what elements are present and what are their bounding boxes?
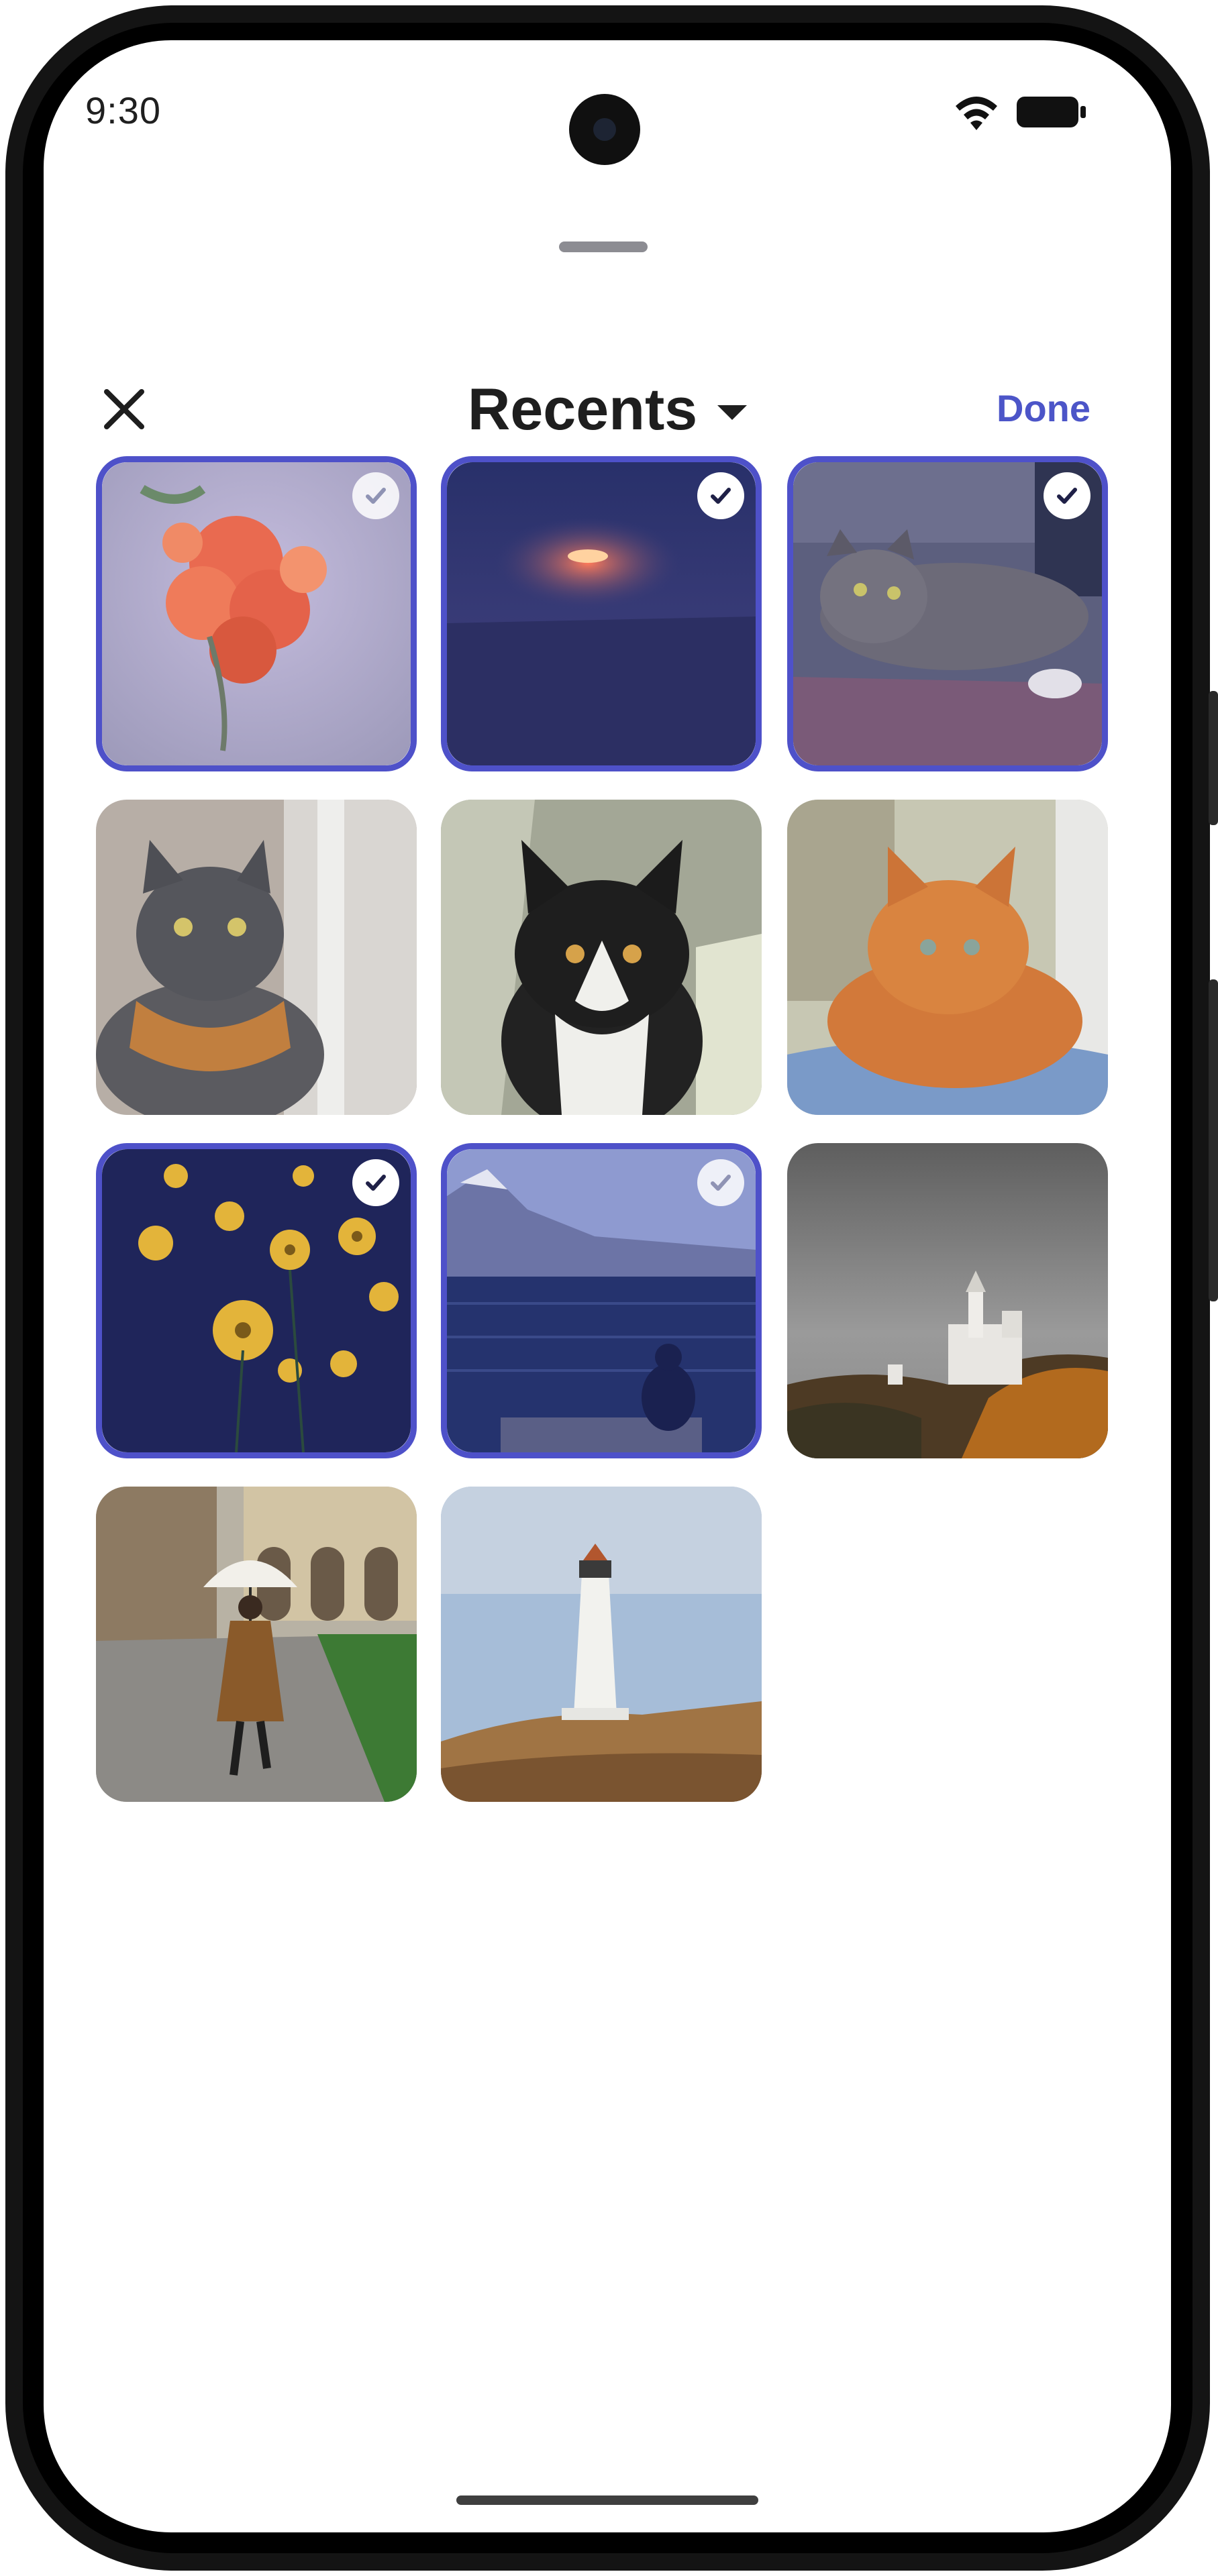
- volume-button: [1209, 691, 1218, 825]
- wifi-icon: [956, 97, 997, 130]
- checkmark-icon: [697, 1159, 744, 1206]
- album-selector[interactable]: Recents: [467, 375, 748, 443]
- picker-header: Recents Done: [44, 356, 1171, 463]
- photo-tuxedo-cat: [441, 800, 762, 1115]
- album-title: Recents: [467, 376, 698, 442]
- battery-icon: [1017, 97, 1086, 127]
- checkmark-icon: [352, 472, 399, 519]
- photo-tile-daisies[interactable]: [96, 1143, 417, 1458]
- photo-gray-cat-sweater: [96, 800, 417, 1115]
- phone-device: 9:30 Recents Done: [0, 0, 1218, 2576]
- checkmark-icon: [1044, 472, 1090, 519]
- photo-orange-cat: [787, 800, 1108, 1115]
- photo-tile-lighthouse[interactable]: [441, 1487, 762, 1802]
- photo-tile-tuxedo-cat[interactable]: [441, 800, 762, 1115]
- sheet-drag-handle[interactable]: [559, 241, 648, 252]
- screen: 9:30 Recents Done: [44, 40, 1171, 2532]
- photo-tile-tabby-cat[interactable]: [787, 456, 1108, 771]
- home-indicator[interactable]: [456, 2496, 758, 2505]
- photo-castle-fog: [787, 1143, 1108, 1458]
- checkmark-icon: [697, 472, 744, 519]
- photo-lighthouse: [441, 1487, 762, 1802]
- done-button[interactable]: Done: [997, 386, 1090, 430]
- camera-cutout: [569, 94, 640, 165]
- photo-umbrella-walk: [96, 1487, 417, 1802]
- photo-tile-castle[interactable]: [787, 1143, 1108, 1458]
- checkmark-icon: [352, 1159, 399, 1206]
- photo-tile-sunset[interactable]: [441, 456, 762, 771]
- photo-tile-umbrella[interactable]: [96, 1487, 417, 1802]
- photo-tile-lake[interactable]: [441, 1143, 762, 1458]
- chevron-down-icon: [717, 405, 748, 420]
- close-icon[interactable]: [97, 382, 151, 436]
- photo-tile-gray-cat[interactable]: [96, 800, 417, 1115]
- photo-tile-orange-cat[interactable]: [787, 800, 1108, 1115]
- power-button: [1209, 979, 1218, 1301]
- photo-tile-flowers[interactable]: [96, 456, 417, 771]
- status-time: 9:30: [85, 89, 161, 131]
